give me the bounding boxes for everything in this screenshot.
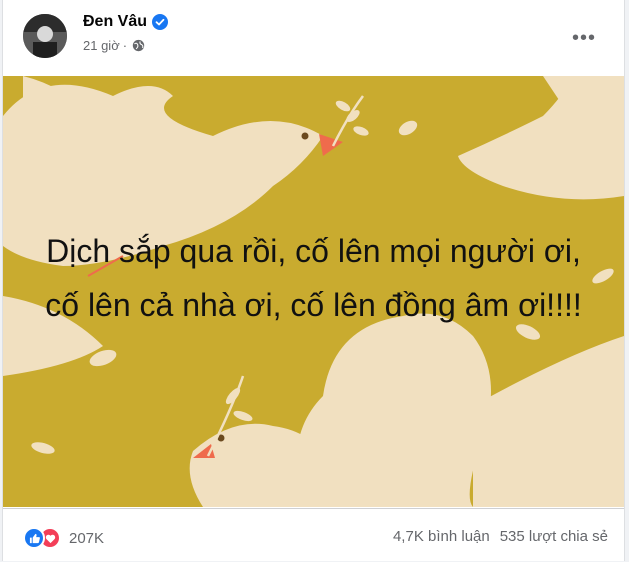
like-icon bbox=[23, 527, 45, 549]
post-header: Đen Vâu 21 giờ · ••• bbox=[3, 0, 624, 76]
more-options-button[interactable]: ••• bbox=[566, 20, 602, 56]
globe-icon[interactable] bbox=[132, 39, 145, 52]
post-timestamp[interactable]: 21 giờ bbox=[83, 38, 120, 53]
engagement-stats: 4,7K bình luận 535 lượt chia sẻ bbox=[393, 528, 608, 545]
post-image[interactable]: Dịch sắp qua rồi, cố lên mọi người ơi, c… bbox=[3, 76, 624, 507]
meta-separator: · bbox=[122, 38, 128, 53]
author-row: Đen Vâu bbox=[83, 13, 169, 31]
post-meta: 21 giờ · bbox=[83, 38, 145, 53]
image-caption-text: Dịch sắp qua rồi, cố lên mọi người ơi, c… bbox=[45, 233, 582, 323]
reactions-count: 207K bbox=[69, 529, 105, 547]
feed-post: Đen Vâu 21 giờ · ••• Dịch sắp qua rồi, c… bbox=[2, 0, 625, 561]
more-options-icon: ••• bbox=[571, 26, 596, 49]
reactions-summary[interactable]: 207K bbox=[23, 527, 104, 549]
author-avatar[interactable] bbox=[23, 14, 67, 58]
author-name[interactable]: Đen Vâu bbox=[83, 13, 147, 31]
shares-count[interactable]: 535 lượt chia sẻ bbox=[500, 528, 608, 545]
verified-badge-icon bbox=[152, 14, 169, 30]
comments-count[interactable]: 4,7K bình luận bbox=[393, 528, 490, 545]
post-footer: 207K 4,7K bình luận 535 lượt chia sẻ bbox=[3, 508, 624, 562]
